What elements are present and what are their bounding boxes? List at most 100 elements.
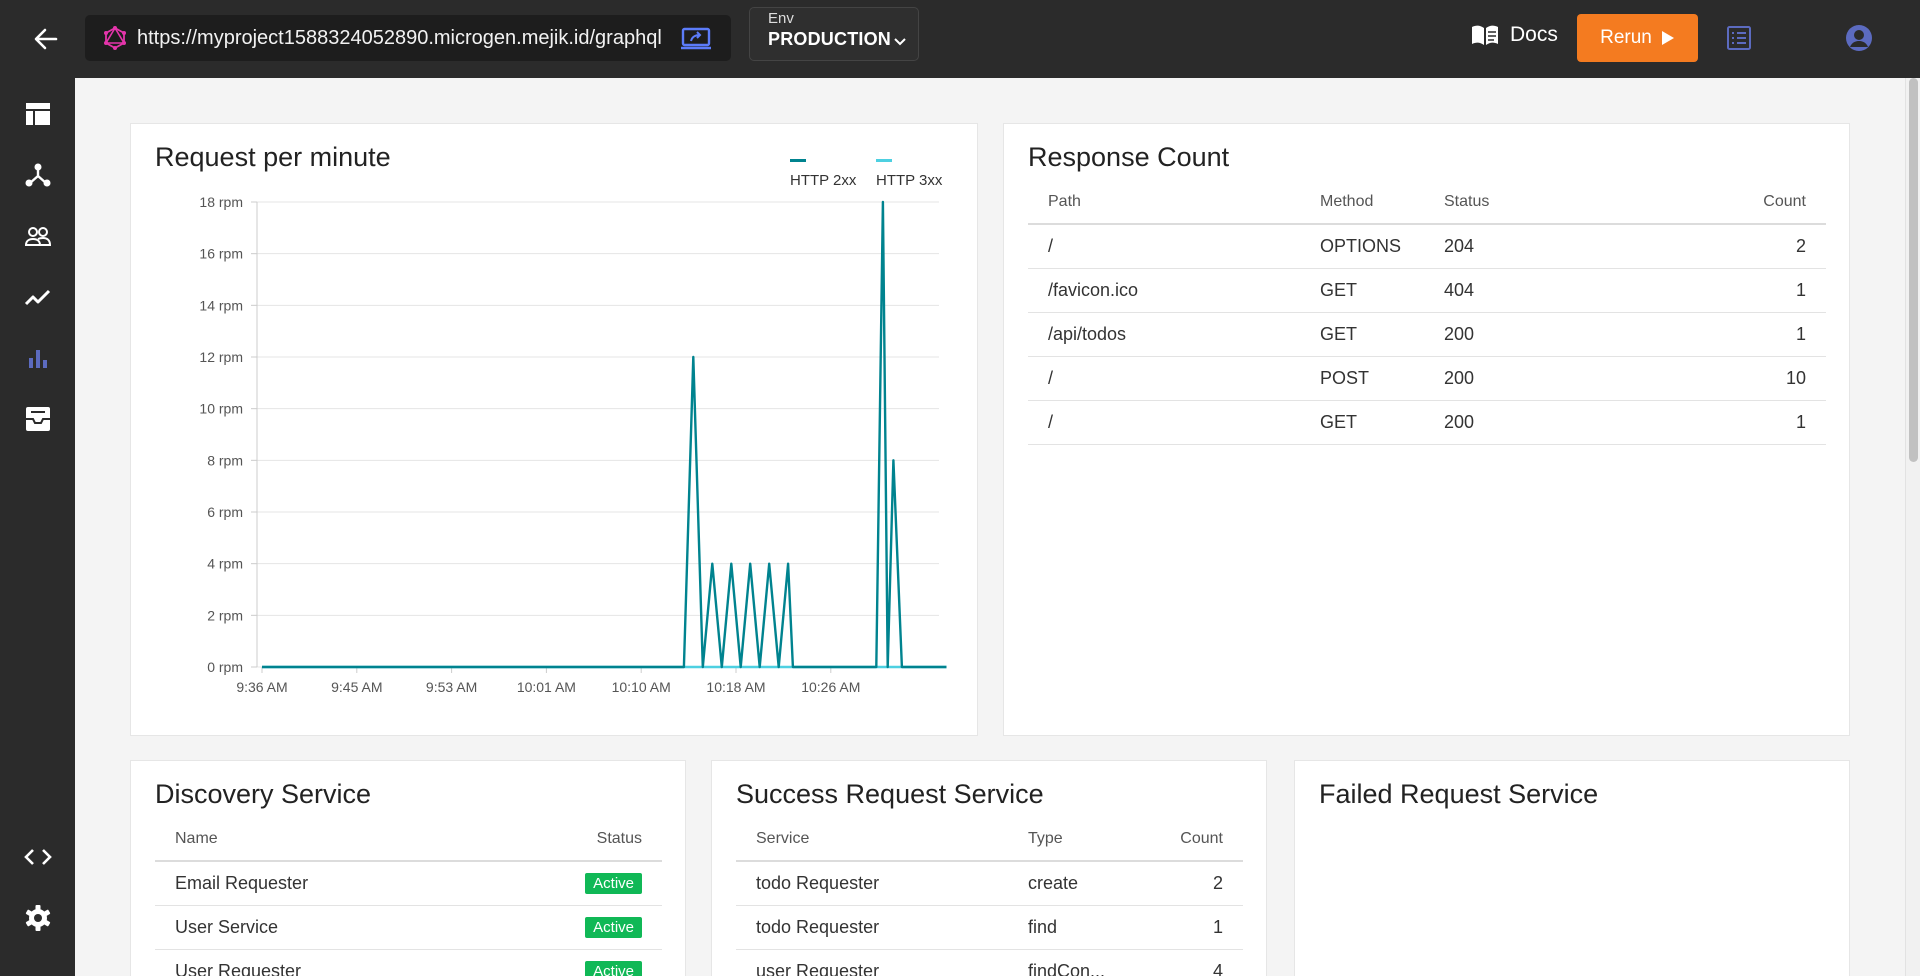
cell-service: todo Requester xyxy=(736,905,1008,950)
sidebar-item-code[interactable] xyxy=(22,841,54,873)
cell-status: 204 xyxy=(1424,224,1629,269)
endpoint-url-field[interactable]: https://myproject1588324052890.microgen.… xyxy=(85,15,731,61)
cell-status: 404 xyxy=(1424,268,1629,313)
col-count: Count xyxy=(1145,818,1243,862)
env-value[interactable]: PRODUCTION xyxy=(768,29,891,50)
cell-status: 200 xyxy=(1424,356,1629,401)
x-tick-label: 10:01 AM xyxy=(517,679,576,695)
environment-select[interactable]: Env PRODUCTION xyxy=(749,7,919,61)
sidebar-item-inbox[interactable] xyxy=(22,403,54,435)
sidebar-item-analytics[interactable] xyxy=(22,281,54,313)
x-tick-label: 10:18 AM xyxy=(706,679,765,695)
cell-method: OPTIONS xyxy=(1300,224,1424,269)
success-request-table: Service Type Count todo Requester create… xyxy=(736,818,1243,976)
play-icon xyxy=(1661,31,1674,45)
sidebar-item-users[interactable] xyxy=(22,220,54,252)
card-title: Response Count xyxy=(1028,142,1230,172)
y-tick-label: 0 rpm xyxy=(207,659,243,675)
cell-status: 200 xyxy=(1424,400,1629,445)
endpoint-url-text[interactable]: https://myproject1588324052890.microgen.… xyxy=(137,27,662,50)
back-button[interactable] xyxy=(28,22,64,56)
sidebar-item-metrics[interactable] xyxy=(22,342,54,374)
network-icon xyxy=(25,163,51,187)
table-row: todo Requester find 1 xyxy=(736,905,1243,950)
user-account-icon[interactable] xyxy=(1845,24,1873,52)
inbox-icon xyxy=(26,407,50,431)
code-icon xyxy=(24,849,52,865)
cell-type: findCon... xyxy=(1008,949,1146,976)
cell-count: 4 xyxy=(1145,949,1243,976)
table-row: /api/todos GET 200 1 xyxy=(1028,312,1826,357)
y-tick-label: 16 rpm xyxy=(199,246,243,262)
y-tick-label: 10 rpm xyxy=(199,401,243,417)
cell-service: user Requester xyxy=(736,949,1008,976)
sidebar-item-network[interactable] xyxy=(22,159,54,191)
y-tick-label: 14 rpm xyxy=(199,297,243,313)
docs-label: Docs xyxy=(1510,23,1558,46)
share-screen-icon[interactable] xyxy=(680,26,712,50)
sidebar-item-settings[interactable] xyxy=(22,902,54,934)
response-count-card: Response Count Path Method Status Count … xyxy=(1003,123,1850,736)
col-method: Method xyxy=(1300,181,1424,225)
cell-count: 10 xyxy=(1628,356,1826,401)
col-path: Path xyxy=(1028,181,1300,225)
failed-request-service-card: Failed Request Service xyxy=(1294,760,1850,976)
table-header-row: Service Type Count xyxy=(736,818,1243,862)
table-row: todo Requester create 2 xyxy=(736,861,1243,906)
cell-path: / xyxy=(1028,356,1300,401)
sidebar xyxy=(0,78,75,976)
graphql-logo-icon xyxy=(104,26,126,50)
x-tick-label: 9:45 AM xyxy=(331,679,382,695)
col-name: Name xyxy=(155,818,481,862)
series-line-http-2xx xyxy=(262,200,947,669)
book-icon xyxy=(1472,25,1498,45)
cell-method: POST xyxy=(1300,356,1424,401)
col-count: Count xyxy=(1628,181,1826,225)
request-per-minute-card: Request per minute HTTP 2xx HTTP 3xx 0 r… xyxy=(130,123,978,736)
x-tick-label: 9:36 AM xyxy=(236,679,287,695)
table-row: User Requester Active xyxy=(155,949,662,976)
cell-method: GET xyxy=(1300,268,1424,313)
env-label: Env xyxy=(768,10,794,27)
cell-path: /favicon.ico xyxy=(1028,268,1300,313)
cell-service: todo Requester xyxy=(736,861,1008,906)
dashboard-icon xyxy=(26,103,50,125)
card-title: Success Request Service xyxy=(736,779,1044,809)
response-count-table: Path Method Status Count / OPTIONS 204 2… xyxy=(1028,181,1826,445)
scrollbar-thumb[interactable] xyxy=(1909,78,1918,462)
chevron-down-icon xyxy=(894,38,906,46)
discovery-service-card: Discovery Service Name Status Email Requ… xyxy=(130,760,686,976)
sidebar-item-dashboard[interactable] xyxy=(22,98,54,130)
gear-icon xyxy=(25,905,51,931)
cell-count: 1 xyxy=(1628,312,1826,357)
docs-button[interactable]: Docs xyxy=(1470,23,1558,47)
cell-count: 2 xyxy=(1628,224,1826,269)
cell-type: create xyxy=(1008,861,1146,906)
y-tick-label: 8 rpm xyxy=(207,452,243,468)
top-bar: https://myproject1588324052890.microgen.… xyxy=(0,0,1920,78)
y-tick-label: 6 rpm xyxy=(207,504,243,520)
cell-count: 1 xyxy=(1628,268,1826,313)
cell-status: 200 xyxy=(1424,312,1629,357)
col-service: Service xyxy=(736,818,1008,862)
rerun-button[interactable]: Rerun xyxy=(1577,14,1698,62)
table-row: / POST 200 10 xyxy=(1028,356,1826,401)
x-tick-label: 10:26 AM xyxy=(801,679,860,695)
cell-path: /api/todos xyxy=(1028,312,1300,357)
x-tick-label: 9:53 AM xyxy=(426,679,477,695)
x-tick-label: 10:10 AM xyxy=(612,679,671,695)
col-status: Status xyxy=(1424,181,1629,225)
trend-icon xyxy=(24,289,51,306)
table-row: user Requester findCon... 4 xyxy=(736,949,1243,976)
list-icon[interactable] xyxy=(1726,25,1752,51)
page-scrollbar[interactable] xyxy=(1905,78,1920,976)
discovery-service-table: Name Status Email Requester Active User … xyxy=(155,818,662,976)
cell-name: User Requester xyxy=(155,949,481,976)
cell-count: 2 xyxy=(1145,861,1243,906)
cell-path: / xyxy=(1028,400,1300,445)
cell-name: Email Requester xyxy=(155,861,481,906)
rerun-label: Rerun xyxy=(1600,27,1652,48)
y-tick-label: 2 rpm xyxy=(207,607,243,623)
table-row: / OPTIONS 204 2 xyxy=(1028,224,1826,269)
cell-status: Active xyxy=(480,905,662,950)
